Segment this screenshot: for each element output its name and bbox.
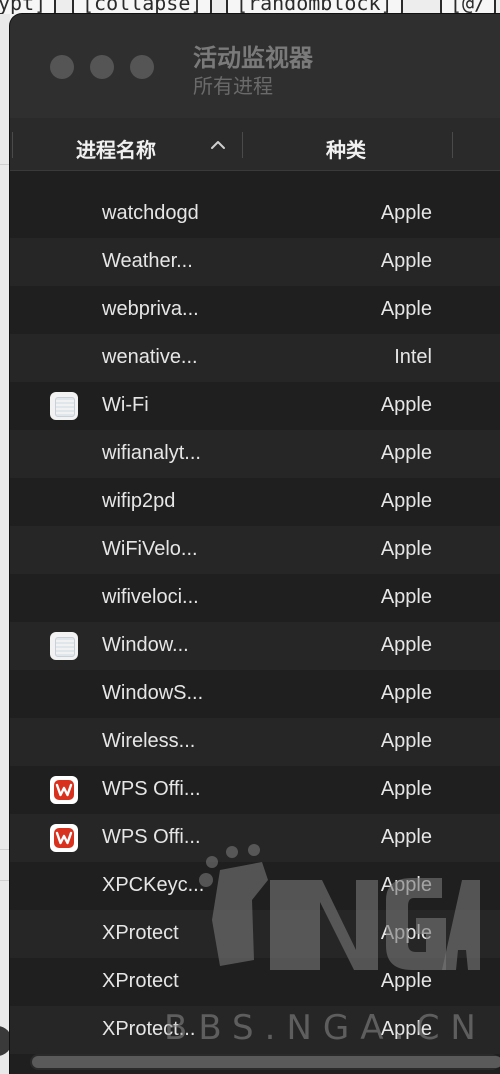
column-header-bar: 进程名称 种类 (10, 118, 500, 171)
process-kind: Apple (380, 682, 432, 704)
sort-ascending-icon[interactable] (210, 140, 226, 150)
wps-icon (50, 776, 78, 804)
process-kind: Apple (380, 586, 432, 608)
process-row[interactable]: Weather... Apple (10, 238, 500, 286)
process-row[interactable]: XProtect... Apple (10, 1006, 500, 1054)
wifi-app-icon (50, 632, 78, 660)
close-window-button[interactable] (50, 55, 74, 79)
column-divider (12, 132, 13, 158)
process-kind: Apple (380, 394, 432, 416)
process-name: XPCKeyc... (102, 874, 205, 896)
process-name: XProtect (102, 922, 179, 944)
process-name: Window... (102, 634, 189, 656)
process-row[interactable]: Wi-Fi Apple (10, 382, 500, 430)
process-name: watchdogd (102, 202, 199, 224)
minimize-window-button[interactable] (90, 55, 114, 79)
process-list: watchdogd Apple Weather... Apple webpriva...… (10, 190, 500, 1054)
process-kind: Apple (380, 874, 432, 896)
process-kind: Apple (380, 250, 432, 272)
process-row[interactable]: wenative... Intel (10, 334, 500, 382)
process-kind: Apple (380, 778, 432, 800)
process-row[interactable]: WPS Offi... Apple (10, 766, 500, 814)
process-kind: Intel (394, 346, 432, 368)
scrollbar-thumb[interactable] (32, 1056, 500, 1068)
process-row[interactable]: WiFiVelo... Apple (10, 526, 500, 574)
process-name: WPS Offi... (102, 778, 201, 800)
background-tag: [@/ (440, 0, 497, 14)
process-kind: Apple (380, 730, 432, 752)
process-row[interactable]: wifianalyt... Apple (10, 430, 500, 478)
process-kind: Apple (380, 634, 432, 656)
process-kind: Apple (380, 826, 432, 848)
background-window-edge (0, 14, 12, 1074)
process-name: wenative... (102, 346, 198, 368)
process-row[interactable]: XPCKeyc... Apple (10, 862, 500, 910)
process-kind: Apple (380, 442, 432, 464)
background-tag: [collapse] (72, 0, 213, 14)
process-name: WiFiVelo... (102, 538, 198, 560)
process-kind: Apple (380, 922, 432, 944)
process-row[interactable]: XProtect Apple (10, 958, 500, 1006)
process-row[interactable]: Wireless... Apple (10, 718, 500, 766)
process-name: WPS Offi... (102, 826, 201, 848)
process-kind: Apple (380, 538, 432, 560)
process-kind: Apple (380, 202, 432, 224)
column-divider[interactable] (242, 132, 243, 158)
process-name: Weather... (102, 250, 193, 272)
window-subtitle: 所有进程 (193, 76, 273, 98)
activity-monitor-window: 活动监视器 所有进程 进程名称 种类 watchdogd Apple Weather… (10, 14, 500, 1074)
process-name: wifiveloci... (102, 586, 199, 608)
process-kind: Apple (380, 298, 432, 320)
process-kind: Apple (380, 1018, 432, 1040)
background-tag: [randomblock] (226, 0, 403, 14)
process-row[interactable]: XProtect Apple (10, 910, 500, 958)
process-row[interactable]: WindowS... Apple (10, 670, 500, 718)
wifi-app-icon (50, 392, 78, 420)
process-name: wifip2pd (102, 490, 176, 512)
process-row[interactable]: webpriva... Apple (10, 286, 500, 334)
process-name: WindowS... (102, 682, 204, 704)
process-name: Wi-Fi (102, 394, 149, 416)
wps-icon (50, 824, 78, 852)
horizontal-scrollbar[interactable] (30, 1054, 500, 1070)
background-tag: ypt] (0, 0, 57, 14)
process-row[interactable]: wifip2pd Apple (10, 478, 500, 526)
process-kind: Apple (380, 490, 432, 512)
process-name: webpriva... (102, 298, 199, 320)
process-name: XProtect... (102, 1018, 196, 1040)
process-row[interactable]: wifiveloci... Apple (10, 574, 500, 622)
column-header-process-name[interactable]: 进程名称 (76, 134, 156, 163)
process-row[interactable]: Window... Apple (10, 622, 500, 670)
column-header-kind[interactable]: 种类 (326, 134, 366, 163)
process-row[interactable]: watchdogd Apple (10, 190, 500, 238)
process-name: XProtect (102, 970, 179, 992)
column-divider[interactable] (452, 132, 453, 158)
process-row[interactable]: WPS Offi... Apple (10, 814, 500, 862)
process-name: Wireless... (102, 730, 196, 752)
title-bar: 活动监视器 所有进程 (10, 14, 500, 118)
window-title: 活动监视器 (193, 45, 313, 72)
process-kind: Apple (380, 970, 432, 992)
zoom-window-button[interactable] (130, 55, 154, 79)
process-name: wifianalyt... (102, 442, 201, 464)
background-app-strip: ypt] [collapse] [randomblock] [@/ (0, 0, 500, 14)
